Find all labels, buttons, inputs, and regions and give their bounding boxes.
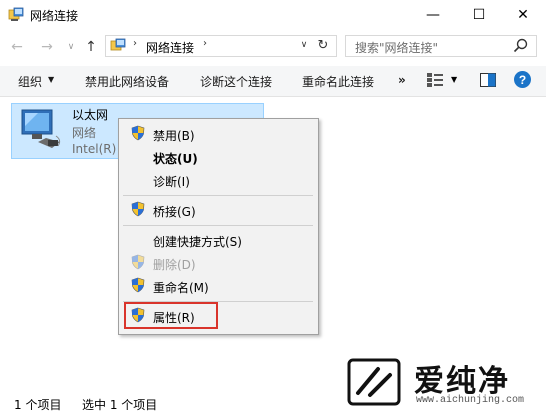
menu-item-rename[interactable]: 重命名(M) <box>153 279 209 296</box>
menu-separator <box>123 225 313 226</box>
breadcrumb-separator-icon[interactable]: › <box>133 38 137 49</box>
search-icon[interactable] <box>512 37 530 55</box>
more-commands-button[interactable]: » <box>398 73 406 87</box>
preview-pane-icon[interactable] <box>480 73 496 87</box>
minimize-button[interactable]: — <box>410 0 456 30</box>
view-options-icon[interactable] <box>426 71 444 89</box>
menu-item-delete: 删除(D) <box>153 258 196 272</box>
diagnose-button[interactable]: 诊断这个连接 <box>200 73 272 90</box>
menu-separator <box>123 195 313 196</box>
highlight-box <box>124 302 218 329</box>
address-dropdown-icon[interactable]: ∨ <box>296 37 312 53</box>
menu-item-disable[interactable]: 禁用(B) <box>153 127 195 144</box>
network-folder-icon <box>110 38 126 51</box>
menu-item-bridge[interactable]: 桥接(G) <box>153 203 196 220</box>
refresh-icon[interactable]: ↻ <box>315 37 331 53</box>
selected-count: 选中 1 个项目 <box>82 398 158 412</box>
forward-arrow-icon[interactable]: → <box>38 34 56 60</box>
window-title: 网络连接 <box>30 9 79 23</box>
menu-item-diagnose[interactable]: 诊断(I) <box>153 173 190 190</box>
watermark-url: www.aichunjing.com <box>416 395 525 406</box>
up-arrow-icon[interactable]: ↑ <box>82 34 100 60</box>
connection-status: 网络 <box>72 126 97 140</box>
menu-item-create-shortcut[interactable]: 创建快捷方式(S) <box>153 233 242 250</box>
caret-down-icon[interactable]: ▼ <box>48 75 54 84</box>
breadcrumb-separator-icon[interactable]: › <box>203 38 207 49</box>
rename-button[interactable]: 重命名此连接 <box>302 73 374 90</box>
ethernet-adapter-icon <box>21 109 61 148</box>
help-icon[interactable]: ? <box>514 71 531 88</box>
brand-logo-icon <box>347 358 401 406</box>
disable-device-button[interactable]: 禁用此网络设备 <box>85 73 169 90</box>
menu-item-status[interactable]: 状态(U) <box>153 150 198 167</box>
caret-down-icon[interactable]: ▼ <box>451 75 457 84</box>
watermark-brand: 爱纯净 <box>414 364 510 399</box>
uac-shield-icon <box>131 201 145 217</box>
uac-shield-icon <box>131 254 145 270</box>
close-button[interactable]: ✕ <box>500 0 546 30</box>
maximize-button[interactable]: ☐ <box>456 0 502 30</box>
item-count: 1 个项目 <box>14 398 62 412</box>
network-folder-icon <box>8 7 24 21</box>
connection-name: 以太网 <box>72 108 109 122</box>
back-arrow-icon[interactable]: ← <box>8 34 26 60</box>
organize-button[interactable]: 组织 <box>18 73 42 90</box>
command-bar <box>0 66 546 97</box>
breadcrumb-item[interactable]: 网络连接 <box>146 39 194 56</box>
search-placeholder: 搜索"网络连接" <box>355 41 439 55</box>
recent-locations-chevron-icon[interactable]: ∨ <box>62 34 80 60</box>
uac-shield-icon <box>131 277 145 293</box>
uac-shield-icon <box>131 125 145 141</box>
